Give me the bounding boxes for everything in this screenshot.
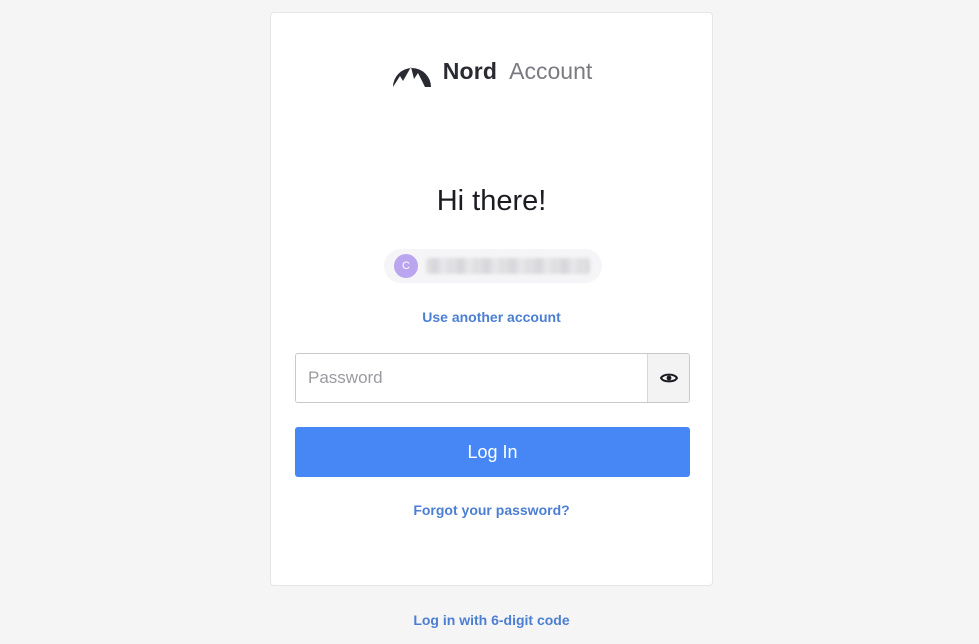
blurred-email [426,258,590,274]
use-another-account-row: Use another account [271,309,712,327]
forgot-password-row: Forgot your password? [271,502,712,520]
six-digit-code-row: Log in with 6-digit code [270,612,713,630]
eye-icon [659,373,678,383]
login-button[interactable]: Log In [295,427,690,477]
logo: Nord Account [271,53,712,89]
six-digit-code-link[interactable]: Log in with 6-digit code [413,612,569,628]
login-card: Nord Account Hi there! C Use another acc… [270,12,713,586]
nord-mountain-logo-icon [392,67,431,87]
account-chip: C [384,249,602,283]
avatar-initial: C [402,260,410,272]
use-another-account-link[interactable]: Use another account [422,309,560,325]
product-name: Account [509,57,593,84]
show-password-button[interactable] [647,354,689,402]
page-title: Hi there! [436,185,547,217]
brand-name: Nord [442,57,498,84]
forgot-password-link[interactable]: Forgot your password? [413,502,569,518]
password-field [295,353,690,403]
password-input[interactable] [296,354,647,402]
avatar: C [394,254,418,278]
